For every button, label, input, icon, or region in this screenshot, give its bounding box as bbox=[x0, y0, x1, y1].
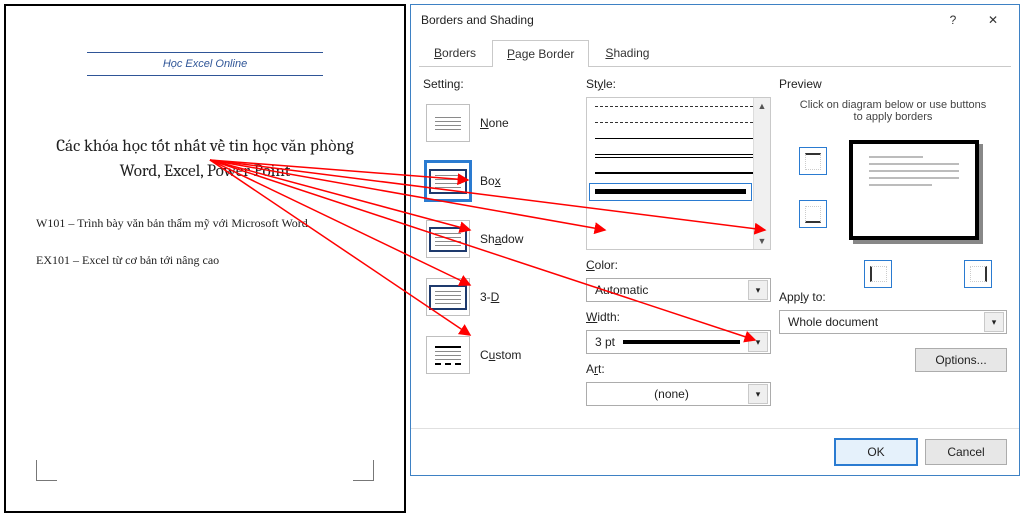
color-combo[interactable]: Automatic ▾ bbox=[586, 278, 771, 302]
style-option[interactable] bbox=[595, 172, 753, 175]
border-top-button[interactable] bbox=[799, 147, 827, 175]
border-bottom-button[interactable] bbox=[799, 200, 827, 228]
page-headline-1: Các khóa học tốt nhất về tin học văn phò… bbox=[36, 136, 374, 156]
style-option[interactable] bbox=[595, 154, 753, 158]
setting-label: Setting: bbox=[423, 77, 578, 91]
width-sample-icon bbox=[623, 340, 740, 344]
border-left-button[interactable] bbox=[864, 260, 892, 288]
preview-diagram bbox=[779, 135, 1007, 290]
chevron-down-icon: ▾ bbox=[748, 280, 768, 300]
help-icon: ? bbox=[950, 13, 957, 27]
width-value: 3 pt bbox=[595, 335, 615, 349]
setting-3d[interactable]: 3-D bbox=[423, 271, 578, 323]
setting-none[interactable]: None bbox=[423, 97, 578, 149]
apply-to-value: Whole document bbox=[788, 315, 878, 329]
options-button[interactable]: Options... bbox=[915, 348, 1007, 372]
page-brand: Học Excel Online bbox=[87, 53, 324, 75]
setting-label-text: Shadow bbox=[480, 232, 523, 246]
setting-label-text: Box bbox=[480, 174, 501, 188]
help-button[interactable]: ? bbox=[933, 6, 973, 34]
color-label: Color: bbox=[586, 258, 771, 272]
cancel-button[interactable]: Cancel bbox=[925, 439, 1007, 465]
preview-hint: Click on diagram below or use buttons to… bbox=[779, 99, 1007, 123]
chevron-down-icon: ▾ bbox=[748, 384, 768, 404]
chevron-up-icon: ▲ bbox=[758, 98, 767, 114]
setting-label-text: 3-D bbox=[480, 290, 499, 304]
dialog-button-bar: OK Cancel bbox=[411, 428, 1019, 475]
art-value: (none) bbox=[595, 387, 748, 401]
art-label: Art: bbox=[586, 362, 771, 376]
scrollbar[interactable]: ▲▼ bbox=[753, 98, 770, 249]
close-button[interactable]: ✕ bbox=[973, 6, 1013, 34]
setting-thumb-icon bbox=[426, 104, 470, 142]
crop-mark-icon bbox=[353, 460, 374, 481]
chevron-down-icon: ▾ bbox=[984, 312, 1004, 332]
chevron-down-icon: ▾ bbox=[748, 332, 768, 352]
dialog-titlebar: Borders and Shading ? ✕ bbox=[411, 5, 1019, 35]
style-label: Style: bbox=[586, 77, 771, 91]
crop-mark-icon bbox=[36, 460, 57, 481]
color-value: Automatic bbox=[595, 283, 648, 297]
border-right-button[interactable] bbox=[964, 260, 992, 288]
width-label: Width: bbox=[586, 310, 771, 324]
page-body-line: EX101 – Excel từ cơ bản tới nâng cao bbox=[36, 253, 374, 268]
tab-shading[interactable]: Shading bbox=[590, 39, 664, 66]
art-combo[interactable]: (none) ▾ bbox=[586, 382, 771, 406]
setting-label-text: None bbox=[480, 116, 509, 130]
ok-button[interactable]: OK bbox=[835, 439, 917, 465]
close-icon: ✕ bbox=[988, 13, 998, 27]
setting-thumb-icon bbox=[426, 220, 470, 258]
page-headline-2: Word, Excel, Power Point bbox=[36, 162, 374, 181]
dialog-title: Borders and Shading bbox=[421, 13, 933, 27]
borders-shading-dialog: Borders and Shading ? ✕ Borders Page Bor… bbox=[410, 4, 1020, 476]
style-option[interactable] bbox=[595, 106, 753, 108]
style-option-selected[interactable] bbox=[595, 189, 746, 195]
apply-to-label: Apply to: bbox=[779, 290, 1007, 304]
style-listbox[interactable]: ▲▼ bbox=[586, 97, 771, 250]
page-body-line: W101 – Trình bày văn bản thẩm mỹ với Mic… bbox=[36, 216, 374, 231]
setting-label-text: Custom bbox=[480, 348, 521, 362]
document-page: Học Excel Online Các khóa học tốt nhất v… bbox=[4, 4, 406, 513]
width-combo[interactable]: 3 pt ▾ bbox=[586, 330, 771, 354]
style-option[interactable] bbox=[595, 138, 753, 140]
setting-shadow[interactable]: Shadow bbox=[423, 213, 578, 265]
setting-thumb-icon bbox=[426, 162, 470, 200]
dialog-tabs: Borders Page Border Shading bbox=[411, 35, 1019, 66]
setting-thumb-icon bbox=[426, 278, 470, 316]
tab-page-border[interactable]: Page Border bbox=[492, 40, 589, 67]
preview-page-icon[interactable] bbox=[849, 140, 979, 240]
setting-custom[interactable]: Custom bbox=[423, 329, 578, 381]
setting-thumb-icon bbox=[426, 336, 470, 374]
setting-box[interactable]: Box bbox=[423, 155, 578, 207]
apply-to-combo[interactable]: Whole document ▾ bbox=[779, 310, 1007, 334]
style-option[interactable] bbox=[595, 122, 753, 124]
tab-borders[interactable]: Borders bbox=[419, 39, 491, 66]
preview-label: Preview bbox=[779, 77, 1007, 91]
chevron-down-icon: ▼ bbox=[758, 233, 767, 249]
page-header: Học Excel Online bbox=[87, 52, 324, 76]
